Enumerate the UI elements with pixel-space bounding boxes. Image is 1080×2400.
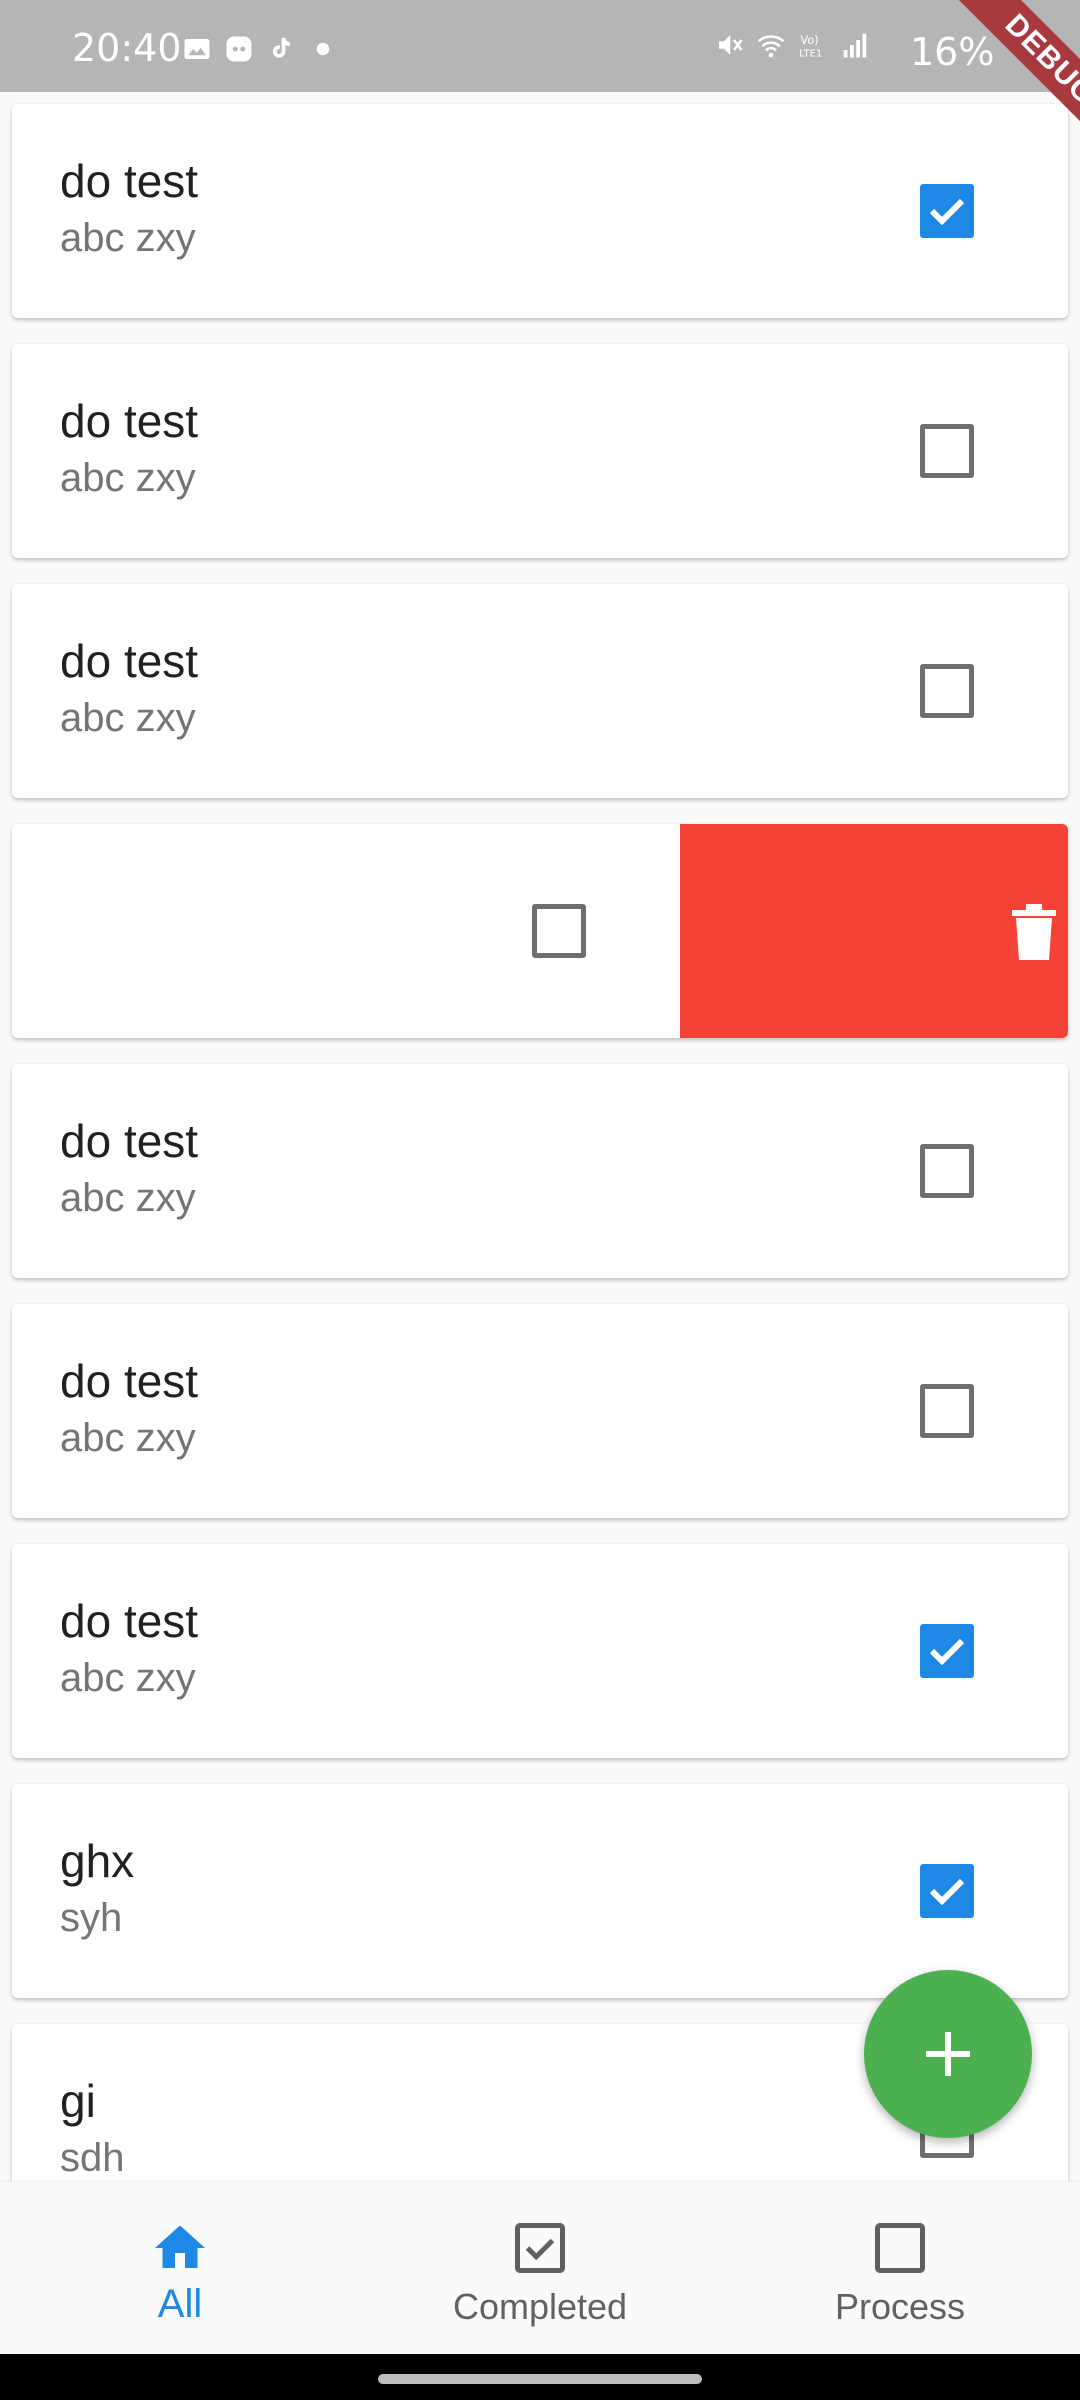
todo-subtitle: abc zxy [60,696,196,740]
todo-checkbox[interactable] [532,904,586,958]
todo-card[interactable]: ghx syh [12,1784,1068,1998]
home-icon [155,2225,205,2268]
bottom-navigation: All Completed Process [0,2182,1080,2354]
todo-title: do test [60,1355,199,1407]
plus-icon [926,2032,970,2076]
game-icon [226,36,252,62]
todo-title: do test [60,635,199,687]
todo-checkbox[interactable] [920,664,974,718]
svg-text:LTE1: LTE1 [799,48,822,59]
check-icon [929,1878,965,1906]
todo-card[interactable]: do test abc zxy [12,1304,1068,1518]
image-icon [184,39,210,59]
todo-subtitle: abc zxy [60,456,196,500]
todo-title: do test [60,1595,199,1647]
todo-subtitle: abc zxy [60,1656,196,1700]
todo-title: ghx [60,1835,135,1887]
add-todo-button[interactable] [864,1970,1032,2138]
dot-icon [316,42,330,56]
wifi-icon [757,35,785,58]
todo-list[interactable]: do test abc zxy do test abc zxy do test … [0,92,1080,2182]
todo-title: do test [60,395,199,447]
notification-icons [182,34,338,64]
todo-card[interactable]: do test abc zxy [12,1544,1068,1758]
nav-item-completed[interactable]: Completed [360,2182,720,2354]
todo-title: do test [60,155,199,207]
todo-checkbox[interactable] [920,424,974,478]
todo-subtitle: abc zxy [60,1416,196,1460]
signal-icon [843,33,867,58]
todo-subtitle: syh [60,1896,123,1940]
battery-level: 16% [910,30,995,74]
todo-checkbox[interactable] [920,1864,974,1918]
check-icon [929,1638,965,1666]
gesture-handle[interactable] [378,2374,702,2384]
volte-icon: Vo)LTE1 [799,34,822,60]
todo-subtitle: abc zxy [60,216,196,260]
nav-item-all[interactable]: All [0,2182,360,2354]
todo-title: do test [60,1115,199,1167]
todo-checkbox[interactable] [920,1624,974,1678]
system-icons: Vo) LTE1 [714,30,870,60]
checkbox-empty-icon [875,2223,925,2273]
check-icon [929,198,965,226]
todo-card-swiped[interactable] [12,824,1068,1038]
mute-icon [719,35,743,55]
trash-icon[interactable] [1012,904,1056,960]
system-navigation-area [0,2354,1080,2400]
todo-checkbox[interactable] [920,1144,974,1198]
nav-label: Process [834,2286,966,2327]
status-bar: 20:40 Vo) LTE1 16% [0,0,1080,92]
todo-card[interactable]: do test abc zxy [12,104,1068,318]
svg-text:Vo): Vo) [801,34,819,47]
nav-label: All [157,2282,203,2326]
delete-swipe-background[interactable] [680,824,1068,1038]
checkbox-checked-icon [515,2223,565,2273]
tiktok-icon [272,37,290,58]
todo-card[interactable]: do test abc zxy [12,1064,1068,1278]
todo-card[interactable]: do test abc zxy [12,584,1068,798]
status-time: 20:40 [72,26,182,70]
todo-title: gi [60,2075,96,2127]
nav-item-process[interactable]: Process [720,2182,1080,2354]
todo-subtitle: sdh [60,2136,125,2180]
nav-label: Completed [452,2286,628,2327]
todo-subtitle: abc zxy [60,1176,196,1220]
todo-checkbox[interactable] [920,1384,974,1438]
todo-checkbox[interactable] [920,184,974,238]
todo-card[interactable]: do test abc zxy [12,344,1068,558]
